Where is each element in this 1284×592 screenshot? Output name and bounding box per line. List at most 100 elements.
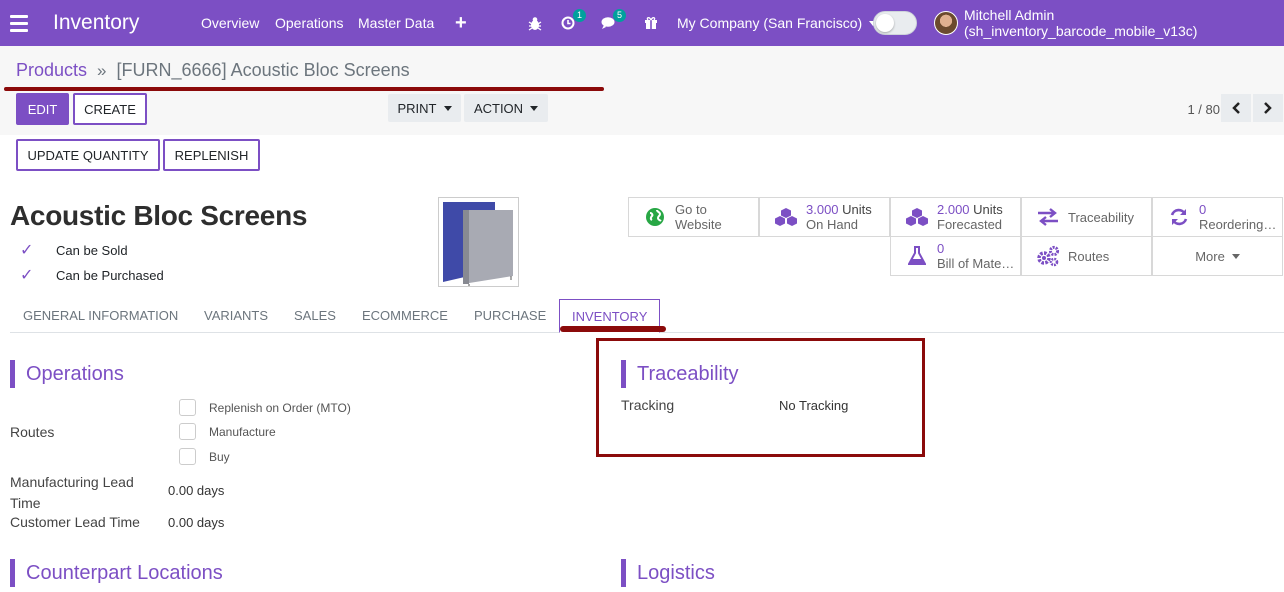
menu-operations[interactable]: Operations xyxy=(275,0,343,46)
can-be-purchased-label: Can be Purchased xyxy=(56,267,164,283)
forecasted-unit: Units xyxy=(973,202,1003,217)
reordering-count: 0 xyxy=(1199,202,1207,217)
action-label: ACTION xyxy=(473,100,524,116)
app-title[interactable]: Inventory xyxy=(53,0,139,46)
route-label: Manufacture xyxy=(209,424,276,439)
tab-general-information[interactable]: GENERAL INFORMATION xyxy=(23,298,178,333)
refresh-icon xyxy=(1165,207,1193,227)
replenish-button[interactable]: REPLENISH xyxy=(163,139,260,171)
user-menu[interactable]: Mitchell Admin (sh_inventory_barcode_mob… xyxy=(964,0,1284,46)
tab-variants[interactable]: VARIANTS xyxy=(204,298,268,333)
more-dropdown[interactable]: More xyxy=(1152,236,1283,276)
on-hand-unit: Units xyxy=(842,202,872,217)
can-be-purchased-field[interactable]: ✓ Can be Purchased xyxy=(20,265,164,285)
manufacturing-lead-time-label: Manufacturing Lead Time xyxy=(10,472,134,514)
breadcrumb-products-link[interactable]: Products xyxy=(16,60,87,81)
traceability-label: Traceability xyxy=(1068,209,1134,225)
menu-icon[interactable] xyxy=(10,0,28,46)
chevron-down-icon xyxy=(1231,253,1240,259)
messages-badge: 5 xyxy=(613,9,626,22)
annotation-underline xyxy=(560,326,666,332)
manufacturing-lead-time-label-2: Time xyxy=(10,495,41,511)
edit-button[interactable]: EDIT xyxy=(16,93,69,125)
manufacturing-lead-time-label-1: Manufacturing Lead xyxy=(10,474,134,490)
customer-lead-time-label: Customer Lead Time xyxy=(10,514,140,530)
previous-record-button[interactable] xyxy=(1221,94,1251,122)
on-hand-button[interactable]: 3.000 Units On Hand xyxy=(759,197,890,237)
counterpart-locations-section-title: Counterpart Locations xyxy=(10,559,223,587)
chevron-down-icon xyxy=(530,105,539,111)
traceability-button[interactable]: Traceability xyxy=(1021,197,1152,237)
annotation-underline xyxy=(4,87,604,91)
gift-icon[interactable] xyxy=(644,0,658,46)
menu-overview[interactable]: Overview xyxy=(201,0,259,46)
routes-field-label: Routes xyxy=(10,424,55,440)
route-checkbox[interactable] xyxy=(179,448,196,465)
go-to-website-button[interactable]: Go to Website xyxy=(628,197,759,237)
reordering-label: Reordering… xyxy=(1199,217,1277,232)
customer-lead-time-value: 0.00 days xyxy=(168,515,225,530)
activity-badge: 1 xyxy=(573,9,586,22)
avatar[interactable] xyxy=(934,0,958,46)
breadcrumb-current: [FURN_6666] Acoustic Bloc Screens xyxy=(116,60,410,80)
routes-button[interactable]: Routes xyxy=(1021,236,1152,276)
globe-icon xyxy=(641,207,669,227)
create-button[interactable]: CREATE xyxy=(73,93,147,125)
bom-count: 0 xyxy=(937,241,945,256)
route-checkbox[interactable] xyxy=(179,399,196,416)
forecasted-quantity: 2.000 xyxy=(937,202,970,217)
route-label: Buy xyxy=(209,449,230,464)
cubes-icon xyxy=(903,207,931,227)
more-label: More xyxy=(1195,248,1225,264)
update-quantity-button[interactable]: UPDATE QUANTITY xyxy=(16,139,160,171)
tab-ecommerce[interactable]: ECOMMERCE xyxy=(362,298,448,333)
reordering-rules-button[interactable]: 0 Reordering… xyxy=(1152,197,1283,237)
pager-value[interactable]: 1 / 80 xyxy=(1187,102,1220,117)
print-label: PRINT xyxy=(397,100,437,116)
route-label: Replenish on Order (MTO) xyxy=(209,400,351,415)
website-label-1: Go to xyxy=(675,202,707,217)
bill-of-materials-button[interactable]: 0 Bill of Mate… xyxy=(890,236,1021,276)
product-name: Acoustic Bloc Screens xyxy=(10,200,308,231)
chat-icon[interactable]: 5 xyxy=(601,9,626,32)
route-option[interactable]: Buy xyxy=(179,448,230,465)
routes-label: Routes xyxy=(1068,248,1110,264)
checkmark-icon: ✓ xyxy=(20,242,34,259)
route-option[interactable]: Manufacture xyxy=(179,423,276,440)
menu-master-data[interactable]: Master Data xyxy=(358,0,434,46)
checkmark-icon: ✓ xyxy=(20,267,34,284)
route-option[interactable]: Replenish on Order (MTO) xyxy=(179,399,351,416)
plus-icon[interactable]: + xyxy=(455,0,467,46)
action-dropdown[interactable]: ACTION xyxy=(464,94,548,122)
chevron-down-icon xyxy=(443,105,452,111)
breadcrumb-separator: » xyxy=(97,60,107,80)
route-checkbox[interactable] xyxy=(179,423,196,440)
cogs-icon xyxy=(1034,245,1062,267)
chevron-right-icon xyxy=(1264,102,1272,114)
print-dropdown[interactable]: PRINT xyxy=(388,94,461,122)
company-name: My Company (San Francisco) xyxy=(677,15,863,31)
logistics-section-title: Logistics xyxy=(621,559,715,587)
flask-icon xyxy=(903,246,931,266)
product-image[interactable] xyxy=(438,197,519,287)
on-hand-label: On Hand xyxy=(806,217,859,232)
tab-sales[interactable]: SALES xyxy=(294,298,336,333)
forecasted-label: Forecasted xyxy=(937,217,1003,232)
forecasted-button[interactable]: 2.000 Units Forecasted xyxy=(890,197,1021,237)
top-navbar: Inventory Overview Operations Master Dat… xyxy=(0,0,1284,46)
breadcrumb: Products » [FURN_6666] Acoustic Bloc Scr… xyxy=(16,60,410,81)
next-record-button[interactable] xyxy=(1253,94,1283,122)
operations-section-title: Operations xyxy=(10,360,124,388)
tab-purchase[interactable]: PURCHASE xyxy=(474,298,546,333)
can-be-sold-label: Can be Sold xyxy=(56,242,128,258)
can-be-sold-field[interactable]: ✓ Can be Sold xyxy=(20,240,128,260)
on-hand-quantity: 3.000 xyxy=(806,202,839,217)
arrows-exchange-icon xyxy=(1034,208,1062,226)
cubes-icon xyxy=(772,207,800,227)
dark-mode-toggle[interactable] xyxy=(873,0,917,46)
manufacturing-lead-time-value: 0.00 days xyxy=(168,483,225,498)
company-switcher[interactable]: My Company (San Francisco) xyxy=(677,0,878,46)
bug-icon[interactable] xyxy=(528,0,542,46)
activity-clock-icon[interactable]: 1 xyxy=(561,9,586,32)
website-label-2: Website xyxy=(675,217,722,232)
